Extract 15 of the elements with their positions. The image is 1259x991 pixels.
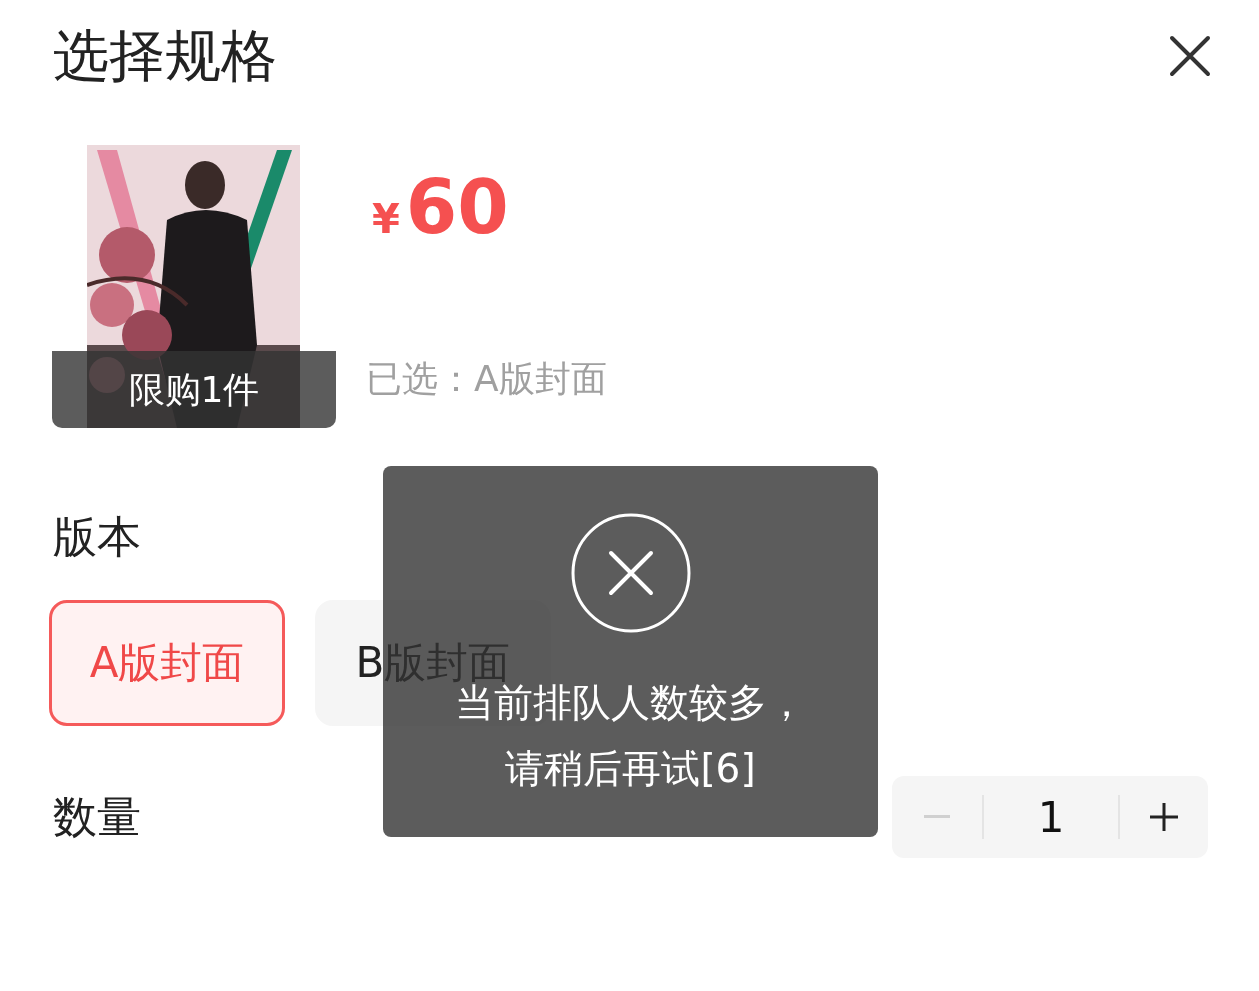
version-label: 版本	[53, 511, 141, 562]
limit-badge: 限购1件	[52, 351, 336, 428]
currency-symbol: ¥	[372, 195, 400, 244]
close-icon[interactable]	[1169, 35, 1211, 77]
minus-icon	[924, 815, 950, 819]
version-option[interactable]: A版封面	[49, 600, 285, 726]
error-icon	[570, 513, 691, 633]
selected-summary: 已选：A版封面	[366, 357, 607, 401]
plus-icon	[1149, 802, 1179, 832]
sheet-title: 选择规格	[53, 22, 277, 90]
toast-message-line: 当前排队人数较多，	[455, 681, 806, 725]
toast-message-line: 请稍后再试[6]	[505, 747, 756, 791]
quantity-value: 1	[1036, 791, 1066, 844]
quantity-label: 数量	[53, 790, 141, 844]
price: 60	[405, 167, 509, 247]
